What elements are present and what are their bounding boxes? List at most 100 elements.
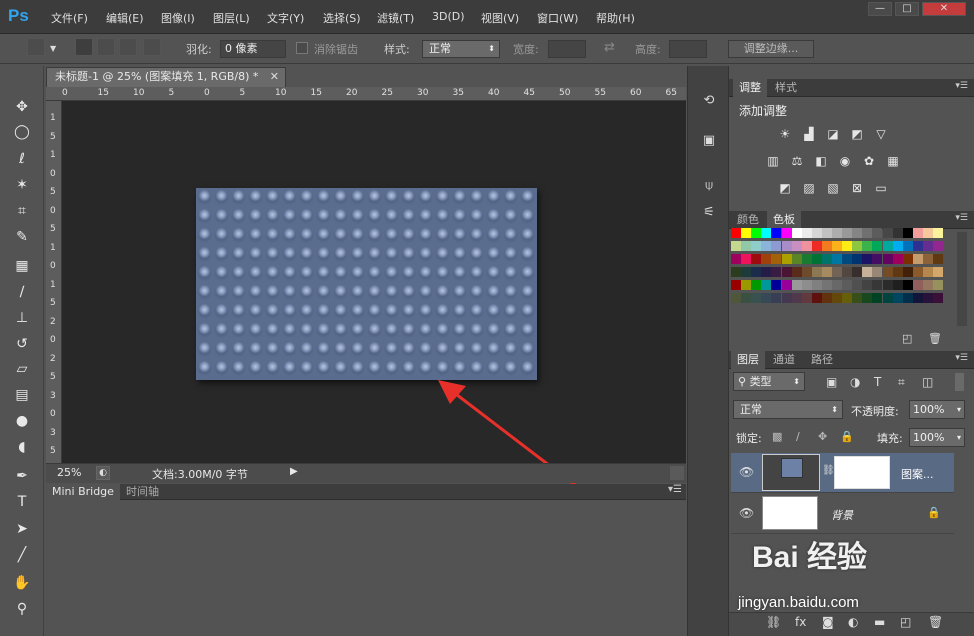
- swatch[interactable]: [811, 280, 822, 290]
- swatch[interactable]: [832, 280, 842, 290]
- selective-color-icon[interactable]: ⊠: [849, 181, 865, 195]
- new-group-icon[interactable]: ▬: [874, 615, 885, 629]
- tab-color[interactable]: 颜色: [731, 211, 765, 229]
- swatch[interactable]: [791, 241, 802, 251]
- swatch[interactable]: [811, 293, 822, 303]
- swatch[interactable]: [781, 293, 792, 303]
- swatch[interactable]: [882, 280, 893, 290]
- crop-tool-icon[interactable]: ⌗: [10, 200, 34, 222]
- swatch[interactable]: [791, 228, 802, 238]
- swatch[interactable]: [902, 280, 913, 290]
- vibrance-icon[interactable]: ▽: [873, 127, 889, 141]
- swatch[interactable]: [781, 228, 792, 238]
- blend-mode-select[interactable]: 正常 ⬍: [733, 400, 843, 419]
- photo-filter-icon[interactable]: ◉: [837, 154, 853, 168]
- swap-icon[interactable]: ⇄: [604, 40, 615, 55]
- swatch[interactable]: [731, 267, 741, 277]
- color-balance-icon[interactable]: ⚖: [789, 154, 805, 168]
- layer-filter-select[interactable]: ⚲ 类型 ⬍: [733, 372, 805, 391]
- swatch[interactable]: [751, 241, 762, 251]
- swatch[interactable]: [902, 228, 913, 238]
- swatch[interactable]: [842, 293, 853, 303]
- style-select[interactable]: 正常 ⬍: [422, 40, 500, 58]
- swatch[interactable]: [801, 228, 812, 238]
- properties-panel-icon[interactable]: ▣: [697, 130, 721, 152]
- hand-tool-icon[interactable]: ✋: [10, 572, 34, 594]
- delete-layer-icon[interactable]: 🗑: [928, 615, 943, 629]
- swatch[interactable]: [912, 254, 923, 264]
- swatch[interactable]: [771, 280, 782, 290]
- swatch[interactable]: [933, 267, 943, 277]
- swatch[interactable]: [832, 254, 842, 264]
- swatch[interactable]: [892, 241, 903, 251]
- layer-mask-thumbnail[interactable]: [834, 456, 890, 489]
- swatch[interactable]: [781, 254, 792, 264]
- swatch[interactable]: [862, 293, 873, 303]
- swatch[interactable]: [781, 267, 792, 277]
- subtract-selection-icon[interactable]: [119, 38, 137, 56]
- curves-icon[interactable]: ◪: [825, 127, 841, 141]
- swatch[interactable]: [872, 280, 883, 290]
- swatch[interactable]: [902, 254, 913, 264]
- layer-name[interactable]: 图案...: [901, 466, 934, 482]
- swatch[interactable]: [862, 241, 873, 251]
- restore-button[interactable]: □: [895, 2, 919, 16]
- swatch[interactable]: [912, 241, 923, 251]
- swatch[interactable]: [882, 293, 893, 303]
- tab-swatches[interactable]: 色板: [767, 211, 801, 229]
- swatch[interactable]: [771, 254, 782, 264]
- levels-icon[interactable]: ▟: [801, 127, 817, 141]
- swatch[interactable]: [761, 228, 772, 238]
- menu-window[interactable]: 窗口(W): [537, 10, 578, 26]
- swatch[interactable]: [922, 228, 933, 238]
- swatch[interactable]: [842, 228, 853, 238]
- dodge-tool-icon[interactable]: ◖: [10, 436, 34, 458]
- eraser-tool-icon[interactable]: ▱: [10, 358, 34, 380]
- swatch[interactable]: [761, 254, 772, 264]
- pattern-fill-image[interactable]: [196, 188, 537, 380]
- swatch[interactable]: [731, 241, 741, 251]
- swatch[interactable]: [741, 280, 752, 290]
- swatch[interactable]: [912, 228, 923, 238]
- swatch[interactable]: [933, 280, 943, 290]
- swatch[interactable]: [832, 241, 842, 251]
- brush-panel-icon[interactable]: ⍦: [697, 175, 721, 197]
- swatch[interactable]: [821, 254, 832, 264]
- swatch[interactable]: [842, 267, 853, 277]
- swatch[interactable]: [751, 267, 762, 277]
- feather-input[interactable]: 0 像素: [220, 40, 286, 58]
- swatch[interactable]: [731, 228, 741, 238]
- antialias-checkbox[interactable]: [296, 42, 308, 54]
- history-panel-icon[interactable]: ⟲: [697, 90, 721, 112]
- swatch[interactable]: [791, 293, 802, 303]
- swatch[interactable]: [933, 254, 943, 264]
- panel-menu-icon[interactable]: ▾☰: [955, 213, 968, 223]
- swatch[interactable]: [771, 293, 782, 303]
- swatch[interactable]: [912, 267, 923, 277]
- channel-mixer-icon[interactable]: ✿: [861, 154, 877, 168]
- swatch[interactable]: [741, 267, 752, 277]
- tab-adjustments[interactable]: 调整: [733, 79, 767, 97]
- status-menu-arrow-icon[interactable]: ▶: [290, 466, 298, 477]
- proof-icon[interactable]: ◐: [96, 466, 110, 480]
- path-selection-icon[interactable]: ➤: [10, 518, 34, 540]
- pen-tool-icon[interactable]: ✒: [10, 465, 34, 487]
- swatch[interactable]: [811, 254, 822, 264]
- swatch[interactable]: [781, 280, 792, 290]
- move-tool-icon[interactable]: ✥: [10, 96, 34, 118]
- swatches-scrollbar[interactable]: [957, 232, 967, 326]
- swatch[interactable]: [882, 241, 893, 251]
- swatch[interactable]: [731, 293, 741, 303]
- swatch[interactable]: [852, 267, 863, 277]
- swatch[interactable]: [811, 228, 822, 238]
- swatch[interactable]: [761, 267, 772, 277]
- close-button[interactable]: ✕: [922, 2, 966, 16]
- tab-layers[interactable]: 图层: [731, 351, 765, 369]
- menu-file[interactable]: 文件(F): [51, 10, 88, 26]
- swatch[interactable]: [902, 293, 913, 303]
- swatch[interactable]: [933, 241, 943, 251]
- exposure-icon[interactable]: ◩: [849, 127, 865, 141]
- layer-row-pattern-fill[interactable]: 👁 ⛓ 图案...: [731, 453, 954, 493]
- tab-styles[interactable]: 样式: [769, 79, 803, 97]
- intersect-selection-icon[interactable]: [143, 38, 161, 56]
